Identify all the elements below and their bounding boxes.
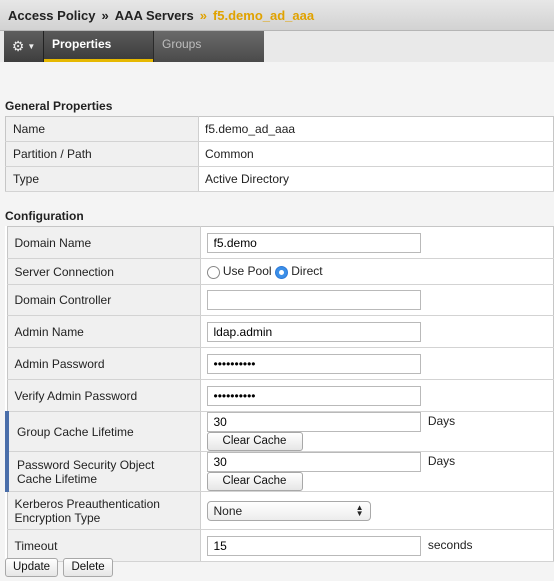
name-label: Name — [5, 116, 199, 142]
domain-name-label: Domain Name — [7, 226, 201, 259]
group-cache-input[interactable] — [206, 412, 421, 432]
kerberos-label-line1: Kerberos Preauthentication — [14, 496, 160, 511]
table-row: Name f5.demo_ad_aaa — [5, 116, 554, 142]
pso-cache-input[interactable] — [206, 452, 421, 472]
configuration-title: Configuration — [5, 209, 84, 223]
domain-controller-label: Domain Controller — [7, 284, 201, 316]
configuration-table: Domain Name Server Connection Use Pool D… — [5, 226, 554, 562]
breadcrumb-separator: » — [199, 7, 207, 23]
direct-label: Direct — [291, 264, 323, 279]
table-row: Admin Password — [7, 347, 554, 380]
admin-password-input[interactable] — [206, 353, 421, 374]
use-pool-radio[interactable] — [206, 265, 220, 279]
table-row: Domain Name — [7, 226, 554, 259]
chevron-down-icon: ▼ — [27, 42, 36, 51]
name-value: f5.demo_ad_aaa — [198, 116, 554, 142]
gear-menu-button[interactable]: ⚙ ▼ — [4, 31, 44, 62]
timeout-input[interactable] — [206, 535, 421, 556]
pso-cache-unit: Days — [427, 454, 456, 469]
type-label: Type — [5, 166, 199, 192]
kerberos-label-line2: Encryption Type — [14, 510, 101, 525]
breadcrumb-current: f5.demo_ad_aaa — [212, 7, 315, 23]
timeout-label: Timeout — [7, 529, 201, 562]
admin-name-label: Admin Name — [7, 315, 201, 348]
tab-properties[interactable]: Properties — [44, 31, 153, 62]
domain-controller-input[interactable] — [206, 290, 421, 310]
breadcrumb-aaa-servers[interactable]: AAA Servers — [115, 8, 194, 23]
tab-bar: ⚙ ▼ Properties Groups — [0, 31, 554, 62]
verify-password-input[interactable] — [206, 385, 421, 406]
action-buttons: Update Delete — [5, 558, 115, 577]
admin-password-label: Admin Password — [7, 347, 201, 380]
group-cache-unit: Days — [427, 414, 456, 429]
delete-button[interactable]: Delete — [63, 558, 113, 577]
type-value: Active Directory — [198, 166, 554, 192]
pso-cache-label-line1: Password Security Object — [17, 457, 155, 472]
domain-name-input[interactable] — [206, 232, 421, 253]
breadcrumb-separator: » — [101, 7, 109, 23]
table-row: Group Cache Lifetime Days Clear Cache — [5, 411, 554, 452]
table-row: Kerberos Preauthentication Encryption Ty… — [7, 491, 554, 530]
kerberos-label: Kerberos Preauthentication Encryption Ty… — [7, 491, 201, 530]
admin-name-input[interactable] — [206, 321, 421, 342]
pso-cache-label: Password Security Object Cache Lifetime — [5, 451, 201, 492]
table-row: Type Active Directory — [5, 166, 554, 192]
direct-radio[interactable] — [274, 265, 288, 279]
verify-password-label: Verify Admin Password — [7, 379, 201, 412]
partition-value: Common — [198, 141, 554, 167]
pso-cache-clear-button[interactable]: Clear Cache — [206, 472, 303, 491]
table-row: Verify Admin Password — [7, 379, 554, 412]
group-cache-label: Group Cache Lifetime — [5, 411, 201, 452]
server-connection-label: Server Connection — [7, 258, 201, 285]
kerberos-select[interactable]: None ▲ ▼ — [206, 500, 371, 521]
update-button[interactable]: Update — [5, 558, 59, 577]
table-row: Partition / Path Common — [5, 141, 554, 167]
use-pool-label: Use Pool — [222, 264, 272, 279]
table-row: Domain Controller — [7, 284, 554, 316]
kerberos-select-value: None — [213, 503, 243, 518]
server-connection-options: Use Pool Direct — [200, 258, 554, 285]
table-row: Timeout seconds — [7, 529, 554, 562]
timeout-unit: seconds — [427, 537, 473, 552]
general-properties-title: General Properties — [5, 99, 113, 113]
breadcrumb: Access Policy » AAA Servers » f5.demo_ad… — [0, 0, 554, 31]
gear-icon: ⚙ — [11, 38, 25, 54]
pso-cache-label-line2: Cache Lifetime — [17, 471, 98, 486]
table-row: Password Security Object Cache Lifetime … — [5, 451, 554, 492]
table-row: Admin Name — [7, 315, 554, 348]
group-cache-clear-button[interactable]: Clear Cache — [206, 432, 303, 451]
select-arrows-icon: ▲ ▼ — [355, 502, 364, 518]
breadcrumb-access-policy[interactable]: Access Policy — [8, 8, 95, 23]
partition-label: Partition / Path — [5, 141, 199, 167]
general-properties-table: Name f5.demo_ad_aaa Partition / Path Com… — [5, 116, 554, 192]
table-row: Server Connection Use Pool Direct — [7, 258, 554, 285]
tab-groups[interactable]: Groups — [153, 31, 264, 62]
